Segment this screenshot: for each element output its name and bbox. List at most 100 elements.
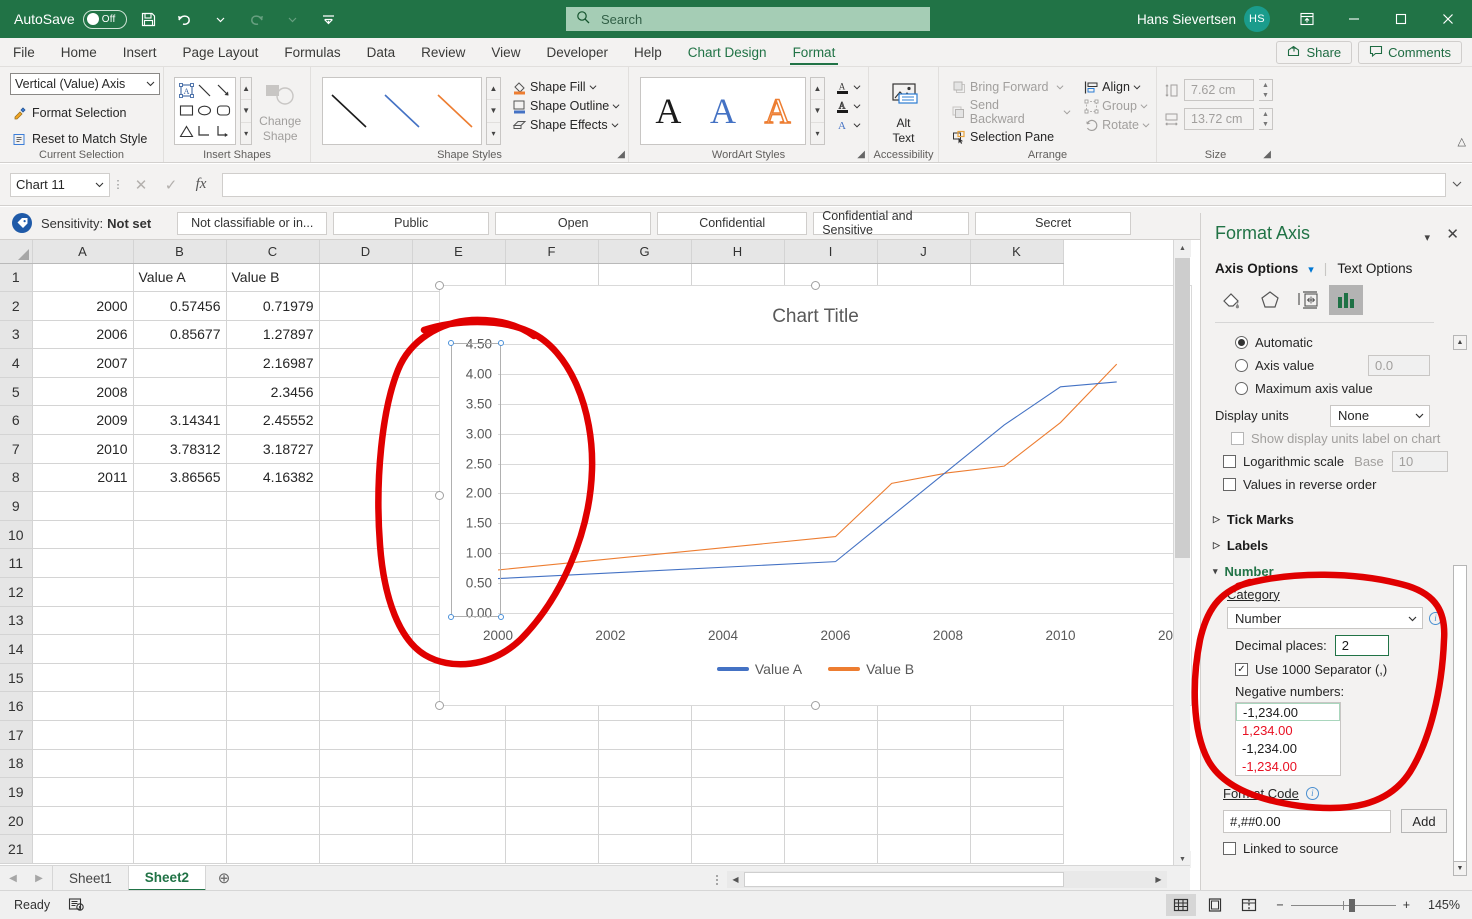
option-automatic[interactable]: Automatic (1201, 331, 1472, 354)
legend-item-value-b[interactable]: Value B (828, 661, 914, 677)
tab-review[interactable]: Review (408, 41, 478, 66)
sensitivity-option-confidential-and-sensitive[interactable]: Confidential and Sensitive (813, 212, 969, 235)
scroll-down-icon[interactable]: ▼ (811, 100, 824, 122)
category-dropdown[interactable]: Number (1227, 607, 1423, 629)
cell-blank[interactable] (226, 806, 319, 835)
effects-icon[interactable] (1253, 285, 1287, 315)
select-all-corner[interactable] (0, 240, 32, 263)
text-outline-button[interactable]: A (834, 98, 861, 114)
enter-formula-button[interactable]: ✓ (156, 176, 186, 194)
cell-blank[interactable] (133, 806, 226, 835)
display-units-dropdown[interactable]: None (1330, 405, 1430, 427)
add-format-code-button[interactable]: Add (1401, 809, 1447, 833)
cell-blank[interactable] (32, 578, 133, 607)
cell-blank[interactable] (32, 606, 133, 635)
chevron-down-icon[interactable] (1063, 105, 1071, 119)
collapse-ribbon-icon[interactable]: △ (1458, 135, 1466, 148)
scroll-down-icon[interactable]: ▼ (487, 100, 500, 122)
legend-item-value-a[interactable]: Value A (717, 661, 802, 677)
shapes-gallery[interactable]: A (174, 77, 236, 145)
cell-b2[interactable]: 0.57456 (133, 292, 226, 321)
cell-c6[interactable]: 2.45552 (226, 406, 319, 435)
row-header[interactable]: 16 (0, 692, 32, 721)
tab-format[interactable]: Format (780, 41, 849, 66)
cell-blank[interactable] (319, 778, 412, 807)
shape-elbow-connector-icon[interactable] (196, 121, 215, 142)
cell-blank[interactable] (226, 663, 319, 692)
axis-selection-handle[interactable] (448, 614, 454, 620)
shape-height-spinner[interactable]: ▲▼ (1259, 79, 1273, 101)
option-values-in-reverse-order[interactable]: Values in reverse order (1201, 473, 1472, 496)
ribbon-display-options-icon[interactable] (1284, 0, 1329, 38)
cell-blank[interactable] (133, 635, 226, 664)
cell-blank[interactable] (784, 806, 877, 835)
cell-blank[interactable] (319, 663, 412, 692)
shape-rectangle-icon[interactable] (177, 101, 196, 122)
cell-blank[interactable] (32, 806, 133, 835)
bring-forward-button[interactable]: Bring Forward (951, 79, 1071, 95)
cell-blank[interactable] (32, 520, 133, 549)
wordart-styles-dialog-launcher[interactable]: ◢ (857, 149, 865, 160)
maximize-button[interactable] (1378, 0, 1423, 38)
cell-blank[interactable] (505, 778, 598, 807)
cell-blank[interactable] (32, 721, 133, 750)
tab-chart-design[interactable]: Chart Design (675, 41, 780, 66)
format-selection-button[interactable]: Format Selection (10, 102, 126, 124)
row-header[interactable]: 15 (0, 663, 32, 692)
cell-a2[interactable]: 2000 (32, 292, 133, 321)
chart-resize-handle-middle-left[interactable] (435, 491, 444, 500)
chart-resize-handle-top-center[interactable] (811, 281, 820, 290)
option-logarithmic-scale[interactable]: Logarithmic scale Base 10 (1201, 450, 1472, 473)
tab-view[interactable]: View (478, 41, 533, 66)
cell-blank[interactable] (691, 778, 784, 807)
cell-blank[interactable] (32, 835, 133, 864)
row-header[interactable]: 20 (0, 806, 32, 835)
cell-blank[interactable] (412, 721, 505, 750)
name-box-resize-grip[interactable]: ⋮ (110, 178, 126, 191)
pane-scroll-down-icon[interactable]: ▼ (1453, 861, 1467, 876)
cell-blank[interactable] (133, 721, 226, 750)
chart-object[interactable]: Chart Title 2000 2002 (439, 285, 1192, 706)
cell-blank[interactable] (970, 835, 1063, 864)
checkbox-values-in-reverse-order[interactable] (1223, 478, 1236, 491)
zoom-slider[interactable]: − + (1276, 898, 1410, 912)
cell-blank[interactable] (319, 578, 412, 607)
expand-formula-bar-icon[interactable] (1452, 177, 1468, 192)
cell-d8[interactable] (319, 463, 412, 492)
column-header-i[interactable]: I (784, 240, 877, 263)
customize-quick-access-toolbar-icon[interactable] (315, 5, 343, 33)
axis-selection-handle[interactable] (498, 340, 504, 346)
cell-blank[interactable] (505, 806, 598, 835)
tab-insert[interactable]: Insert (110, 41, 170, 66)
sensitivity-option-confidential[interactable]: Confidential (657, 212, 807, 235)
text-effects-button[interactable]: A (834, 117, 861, 133)
option-linked-to-source[interactable]: Linked to source (1201, 836, 1472, 860)
cell-blank[interactable] (133, 663, 226, 692)
table-row[interactable]: 19 (0, 778, 1063, 807)
wordart-orange-outline-sample[interactable]: A (765, 93, 791, 129)
row-header[interactable]: 9 (0, 492, 32, 521)
column-header-b[interactable]: B (133, 240, 226, 263)
pane-options-chevron-icon[interactable]: ▾ (1424, 231, 1430, 244)
cell-blank[interactable] (505, 749, 598, 778)
checkbox-logarithmic-scale[interactable] (1223, 455, 1236, 468)
cell-a4[interactable]: 2007 (32, 349, 133, 378)
cell-d4[interactable] (319, 349, 412, 378)
tab-file[interactable]: File (0, 41, 48, 66)
chevron-down-icon[interactable] (611, 118, 619, 132)
wordart-styles-scroll[interactable]: ▲ ▼ ▾ (810, 77, 825, 145)
cell-blank[interactable] (319, 606, 412, 635)
cell-blank[interactable] (226, 520, 319, 549)
cell-a5[interactable]: 2008 (32, 377, 133, 406)
section-labels[interactable]: ▷ Labels (1201, 532, 1472, 558)
row-header[interactable]: 19 (0, 778, 32, 807)
cell-blank[interactable] (32, 663, 133, 692)
row-header[interactable]: 7 (0, 435, 32, 464)
cell-d2[interactable] (319, 292, 412, 321)
negative-number-option[interactable]: 1,234.00 (1236, 721, 1340, 739)
cell-blank[interactable] (319, 692, 412, 721)
cell-blank[interactable] (226, 778, 319, 807)
format-code-input[interactable]: #,##0.00 (1223, 810, 1391, 833)
column-header-c[interactable]: C (226, 240, 319, 263)
autosave-toggle[interactable]: Off (83, 10, 127, 29)
